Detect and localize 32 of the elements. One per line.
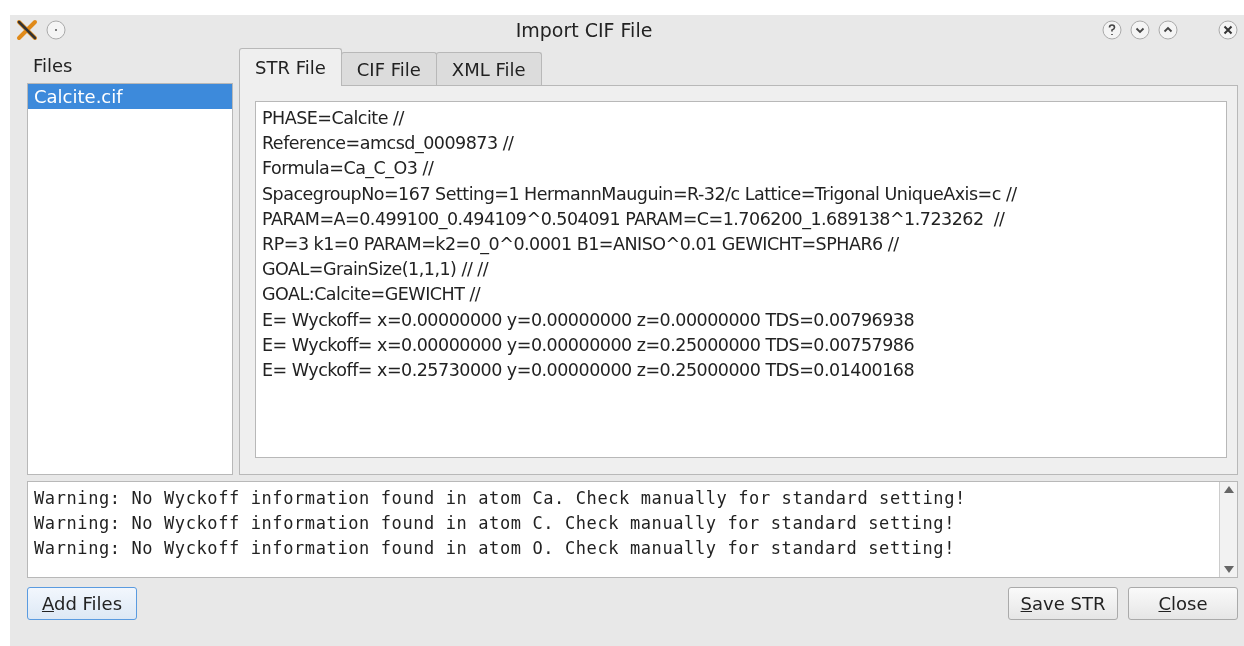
- files-label: Files: [33, 53, 73, 78]
- editor-line: GOAL:Calcite=GEWICHT //: [262, 283, 482, 307]
- log-line: Warning: No Wyckoff information found in atom O. Check manually for standard setting!: [34, 537, 956, 560]
- editor-line: Formula=Ca_C_O3 //: [262, 157, 435, 181]
- text-editor[interactable]: [255, 101, 1227, 458]
- log-line: Warning: No Wyckoff information found in atom Ca. Check manually for standard setting!: [34, 487, 967, 510]
- window-title: Import CIF File: [514, 17, 654, 43]
- dialog-button[interactable]: Add Files: [27, 587, 137, 620]
- editor-line: Reference=amcsd_0009873 //: [262, 132, 515, 156]
- scroll-up-icon[interactable]: [1223, 486, 1234, 493]
- editor-line: PHASE=Calcite //: [262, 107, 406, 130]
- dialog-button[interactable]: Save STR: [1008, 587, 1118, 620]
- file-list-item[interactable]: Calcite.cif: [28, 84, 232, 109]
- tab[interactable]: CIF File: [340, 52, 437, 85]
- editor-line: E= Wyckoff= x=0.25730000 y=0.00000000 z=0.25000000 TDS=0.01400168: [262, 359, 916, 383]
- editor-line: E= Wyckoff= x=0.00000000 y=0.00000000 z=0.25000000 TDS=0.00757986: [262, 333, 916, 357]
- editor-line: RP=3 k1=0 PARAM=k2=0_0^0.0001 B1=ANISO^0.01 GEWICHT=SPHAR6 //: [262, 233, 900, 257]
- close-button[interactable]: [1218, 20, 1238, 40]
- editor-line: GOAL=GrainSize(1,1,1) // //: [262, 258, 490, 282]
- tab[interactable]: XML File: [435, 52, 542, 85]
- editor-line: PARAM=A=0.499100_0.494109^0.504091 PARAM=C=1.706200_1.689138^1.723262 //: [262, 207, 1006, 232]
- help-button[interactable]: [1102, 20, 1122, 40]
- editor-line: SpacegroupNo=167 Setting=1 HermannMauguin=R-32/c Lattice=Trigonal UniqueAxis=c //: [262, 182, 1018, 206]
- log-line: Warning: No Wyckoff information found in atom C. Check manually for standard setting!: [34, 512, 956, 535]
- maximize-button[interactable]: [1158, 20, 1178, 40]
- scrollbar[interactable]: [1219, 482, 1237, 577]
- app-logo-icon: [16, 19, 38, 41]
- tab[interactable]: STR File: [239, 48, 342, 86]
- dialog-button[interactable]: Close: [1128, 587, 1238, 620]
- scroll-down-icon[interactable]: [1223, 566, 1234, 573]
- minimize-button[interactable]: [1130, 20, 1150, 40]
- editor-line: E= Wyckoff= x=0.00000000 y=0.00000000 z=0.00000000 TDS=0.00796938: [262, 308, 916, 332]
